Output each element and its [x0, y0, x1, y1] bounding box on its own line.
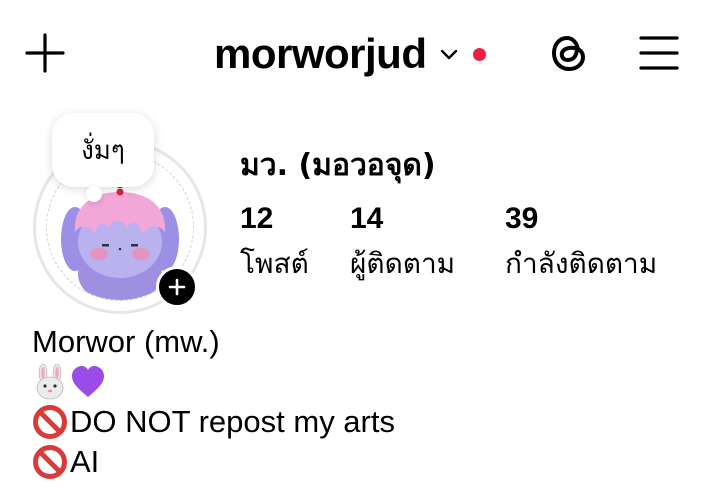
note-bubble[interactable]: งั่มๆ [52, 113, 154, 187]
threads-icon[interactable] [546, 28, 592, 78]
account-switcher[interactable]: morworjud [214, 26, 486, 82]
bio: Morwor (mw.) DO NOT repost my arts AI [32, 322, 395, 482]
rabbit-face-emoji [36, 364, 64, 400]
stat-label: ผู้ติดตาม [350, 247, 456, 280]
stat-followers[interactable]: 14 ผู้ติดตาม [350, 202, 455, 286]
bio-line-text: AI [70, 444, 100, 479]
stat-label: กำลังติดตาม [505, 247, 658, 280]
prohibited-icon [33, 405, 67, 439]
bio-name: Morwor (mw.) [32, 324, 220, 359]
note-text: งั่มๆ [81, 135, 125, 166]
stat-value: 39 [505, 202, 539, 235]
purple-heart-emoji [72, 366, 104, 397]
plus-small-icon [168, 278, 186, 296]
plus-icon[interactable] [22, 30, 68, 76]
username: morworjud [214, 30, 427, 77]
bio-line-ai: AI [32, 442, 395, 482]
notification-dot [472, 47, 486, 61]
top-bar: morworjud [0, 0, 720, 110]
bio-emoji-line [32, 362, 395, 402]
note-bubble-tail [86, 186, 102, 202]
bio-line-repost: DO NOT repost my arts [32, 402, 395, 442]
add-story-button[interactable] [156, 266, 198, 308]
menu-icon[interactable] [636, 32, 682, 74]
bio-line-text: DO NOT repost my arts [70, 404, 395, 439]
stat-value: 12 [240, 202, 274, 235]
stat-posts[interactable]: 12 โพสต์ [240, 202, 309, 286]
stat-label: โพสต์ [240, 247, 309, 280]
stat-value: 14 [350, 202, 384, 235]
chevron-down-icon [440, 49, 457, 60]
prohibited-icon [33, 445, 67, 479]
display-name: มว. (มอวอจุด) [240, 148, 436, 183]
stat-following[interactable]: 39 กำลังติดตาม [505, 202, 657, 286]
